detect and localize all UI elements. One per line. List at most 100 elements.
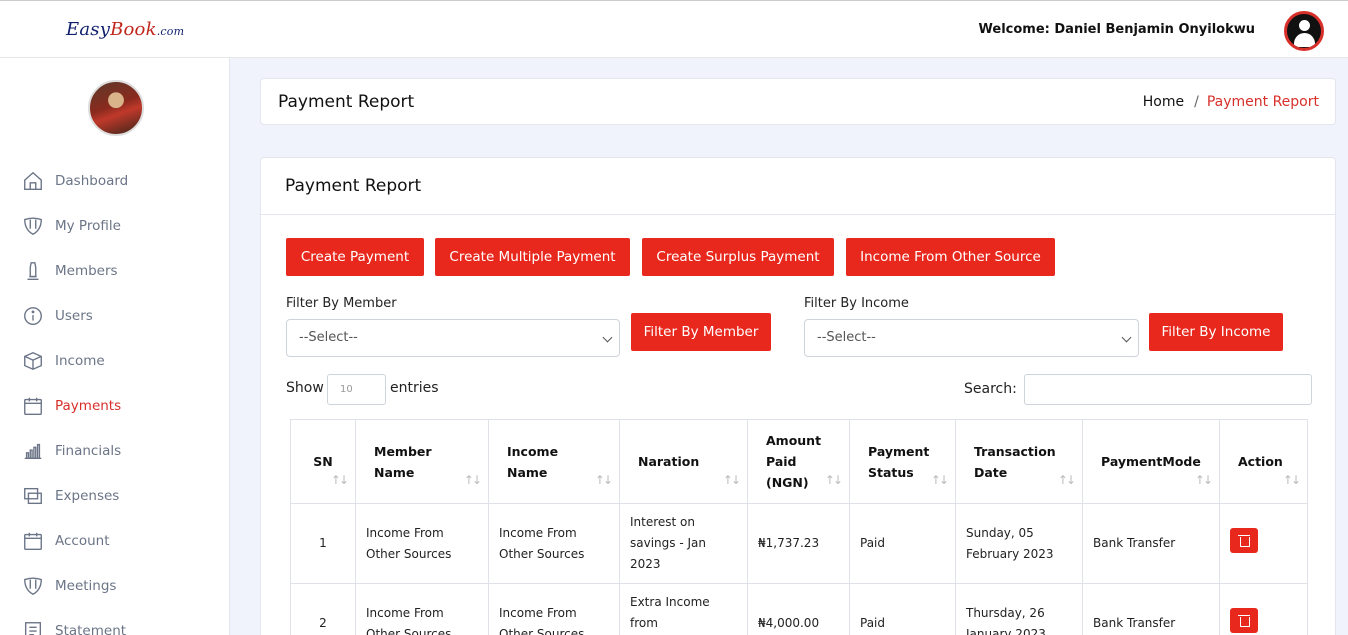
cell-income-name: Income From Other Sources xyxy=(488,583,620,635)
chevron-down-icon xyxy=(602,332,613,343)
box-icon xyxy=(24,351,42,371)
welcome-text: Welcome: Daniel Benjamin Onyilokwu xyxy=(978,22,1255,37)
filter-by-income-button[interactable]: Filter By Income xyxy=(1149,313,1283,351)
card-title: Payment Report xyxy=(285,176,422,196)
calendar-icon xyxy=(24,397,42,415)
column-header-payment-mode[interactable]: PaymentMode ↑↓ xyxy=(1082,419,1220,504)
cell-naration: Extra Income from Commissioning xyxy=(619,583,748,635)
cell-payment-mode: Bank Transfer xyxy=(1082,583,1220,635)
column-header-payment-status[interactable]: Payment Status ↑↓ xyxy=(849,419,956,504)
sort-icon: ↑↓ xyxy=(1194,473,1213,487)
sidebar-item-payments[interactable]: Payments xyxy=(0,383,230,428)
card-header: Payment Report xyxy=(261,158,1335,215)
user-avatar-icon[interactable] xyxy=(1284,11,1324,51)
breadcrumb-bar: Payment Report Home / Payment Report xyxy=(260,78,1336,125)
windows-icon xyxy=(24,487,42,505)
chevron-down-icon xyxy=(1121,332,1132,343)
sidebar-item-my-profile[interactable]: My Profile xyxy=(0,203,230,248)
sort-icon: ↑↓ xyxy=(1282,473,1301,487)
profile-avatar[interactable] xyxy=(88,80,144,136)
income-other-source-button[interactable]: Income From Other Source xyxy=(846,238,1055,276)
entries-label: entries xyxy=(390,380,439,396)
sort-icon: ↑↓ xyxy=(722,473,741,487)
member-select[interactable]: --Select-- xyxy=(286,319,620,357)
tower-icon xyxy=(27,262,39,280)
info-icon xyxy=(24,307,42,325)
create-multiple-payment-button[interactable]: Create Multiple Payment xyxy=(435,238,630,276)
shield-icon xyxy=(24,577,42,596)
breadcrumb-current: Payment Report xyxy=(1206,94,1319,110)
payments-table: SN ↑↓ Member Name ↑↓ Income Name ↑↓ Naratio… xyxy=(290,419,1308,635)
filter-income-label: Filter By Income xyxy=(804,296,909,311)
cell-status: Paid xyxy=(849,583,956,635)
sort-icon: ↑↓ xyxy=(824,473,843,487)
sort-icon: ↑↓ xyxy=(463,473,482,487)
sort-icon: ↑↓ xyxy=(594,473,613,487)
column-header-amount-paid[interactable]: Amount Paid (NGN) ↑↓ xyxy=(747,419,850,504)
sidebar-item-members[interactable]: Members xyxy=(0,248,230,293)
income-select-value: --Select-- xyxy=(817,330,876,345)
show-label: Show xyxy=(286,380,324,396)
delete-icon[interactable] xyxy=(1230,607,1258,633)
column-header-member-name[interactable]: Member Name ↑↓ xyxy=(355,419,489,504)
sidebar-item-income[interactable]: Income xyxy=(0,338,230,383)
entries-input[interactable]: 10 xyxy=(327,374,386,405)
cell-amount: ₦1,737.23 xyxy=(747,503,850,584)
breadcrumb-separator: / xyxy=(1194,94,1199,110)
create-payment-button[interactable]: Create Payment xyxy=(286,238,424,276)
column-header-sn[interactable]: SN ↑↓ xyxy=(290,419,356,504)
sidebar-item-expenses[interactable]: Expenses xyxy=(0,473,230,518)
search-input[interactable] xyxy=(1024,374,1312,405)
sidebar-item-dashboard[interactable]: Dashboard xyxy=(0,158,230,203)
cell-date: Sunday, 05 February 2023 xyxy=(955,503,1083,584)
cell-sn: 1 xyxy=(290,503,356,584)
search-label: Search: xyxy=(964,381,1017,397)
filter-member-label: Filter By Member xyxy=(286,296,397,311)
sort-icon: ↑↓ xyxy=(930,473,949,487)
column-header-income-name[interactable]: Income Name ↑↓ xyxy=(488,419,620,504)
logo-text-com: .com xyxy=(156,25,185,38)
sidebar-item-meetings[interactable]: Meetings xyxy=(0,563,230,608)
cell-naration: Interest on savings - Jan 2023 xyxy=(619,503,748,584)
create-surplus-payment-button[interactable]: Create Surplus Payment xyxy=(642,238,834,276)
app-logo[interactable]: EasyBook.com xyxy=(66,19,184,40)
sidebar-item-account[interactable]: Account xyxy=(0,518,230,563)
shield-icon xyxy=(24,217,42,236)
document-icon xyxy=(24,622,42,635)
cell-action xyxy=(1219,583,1308,635)
breadcrumb-home-link[interactable]: Home xyxy=(1143,94,1184,110)
filter-by-member-button[interactable]: Filter By Member xyxy=(631,313,771,351)
table-row: 1 Income From Other Sources Income From … xyxy=(290,503,1308,584)
sidebar: Dashboard My Profile Members Users Incom… xyxy=(0,58,230,635)
sidebar-item-financials[interactable]: Financials xyxy=(0,428,230,473)
column-header-action[interactable]: Action ↑↓ xyxy=(1219,419,1308,504)
payment-report-card: Payment Report Create Payment Create Mul… xyxy=(260,157,1336,635)
page-title: Payment Report xyxy=(278,92,415,112)
cell-sn: 2 xyxy=(290,583,356,635)
table-row: 2 Income From Other Sources Income From … xyxy=(290,583,1308,635)
delete-icon[interactable] xyxy=(1230,527,1258,553)
sort-icon: ↑↓ xyxy=(330,473,349,487)
sidebar-item-statement[interactable]: Statement xyxy=(0,608,230,635)
column-header-naration[interactable]: Naration ↑↓ xyxy=(619,419,748,504)
sidebar-nav: Dashboard My Profile Members Users Incom… xyxy=(0,158,230,635)
cell-payment-mode: Bank Transfer xyxy=(1082,503,1220,584)
calendar-icon xyxy=(24,532,42,550)
cell-amount: ₦4,000.00 xyxy=(747,583,850,635)
sort-icon: ↑↓ xyxy=(1057,473,1076,487)
income-select[interactable]: --Select-- xyxy=(804,319,1139,357)
sidebar-item-users[interactable]: Users xyxy=(0,293,230,338)
column-header-transaction-date[interactable]: Transaction Date ↑↓ xyxy=(955,419,1083,504)
bar-chart-icon xyxy=(24,443,42,460)
cell-action xyxy=(1219,503,1308,584)
cell-member-name: Income From Other Sources xyxy=(355,503,489,584)
cell-member-name: Income From Other Sources xyxy=(355,583,489,635)
top-header: EasyBook.com Welcome: Daniel Benjamin On… xyxy=(0,0,1348,58)
member-select-value: --Select-- xyxy=(299,330,358,345)
home-icon xyxy=(24,171,42,190)
cell-date: Thursday, 26 January 2023 xyxy=(955,583,1083,635)
breadcrumb: Home / Payment Report xyxy=(1143,94,1319,110)
cell-status: Paid xyxy=(849,503,956,584)
logo-text-easy: Easy xyxy=(66,19,111,40)
cell-income-name: Income From Other Sources xyxy=(488,503,620,584)
